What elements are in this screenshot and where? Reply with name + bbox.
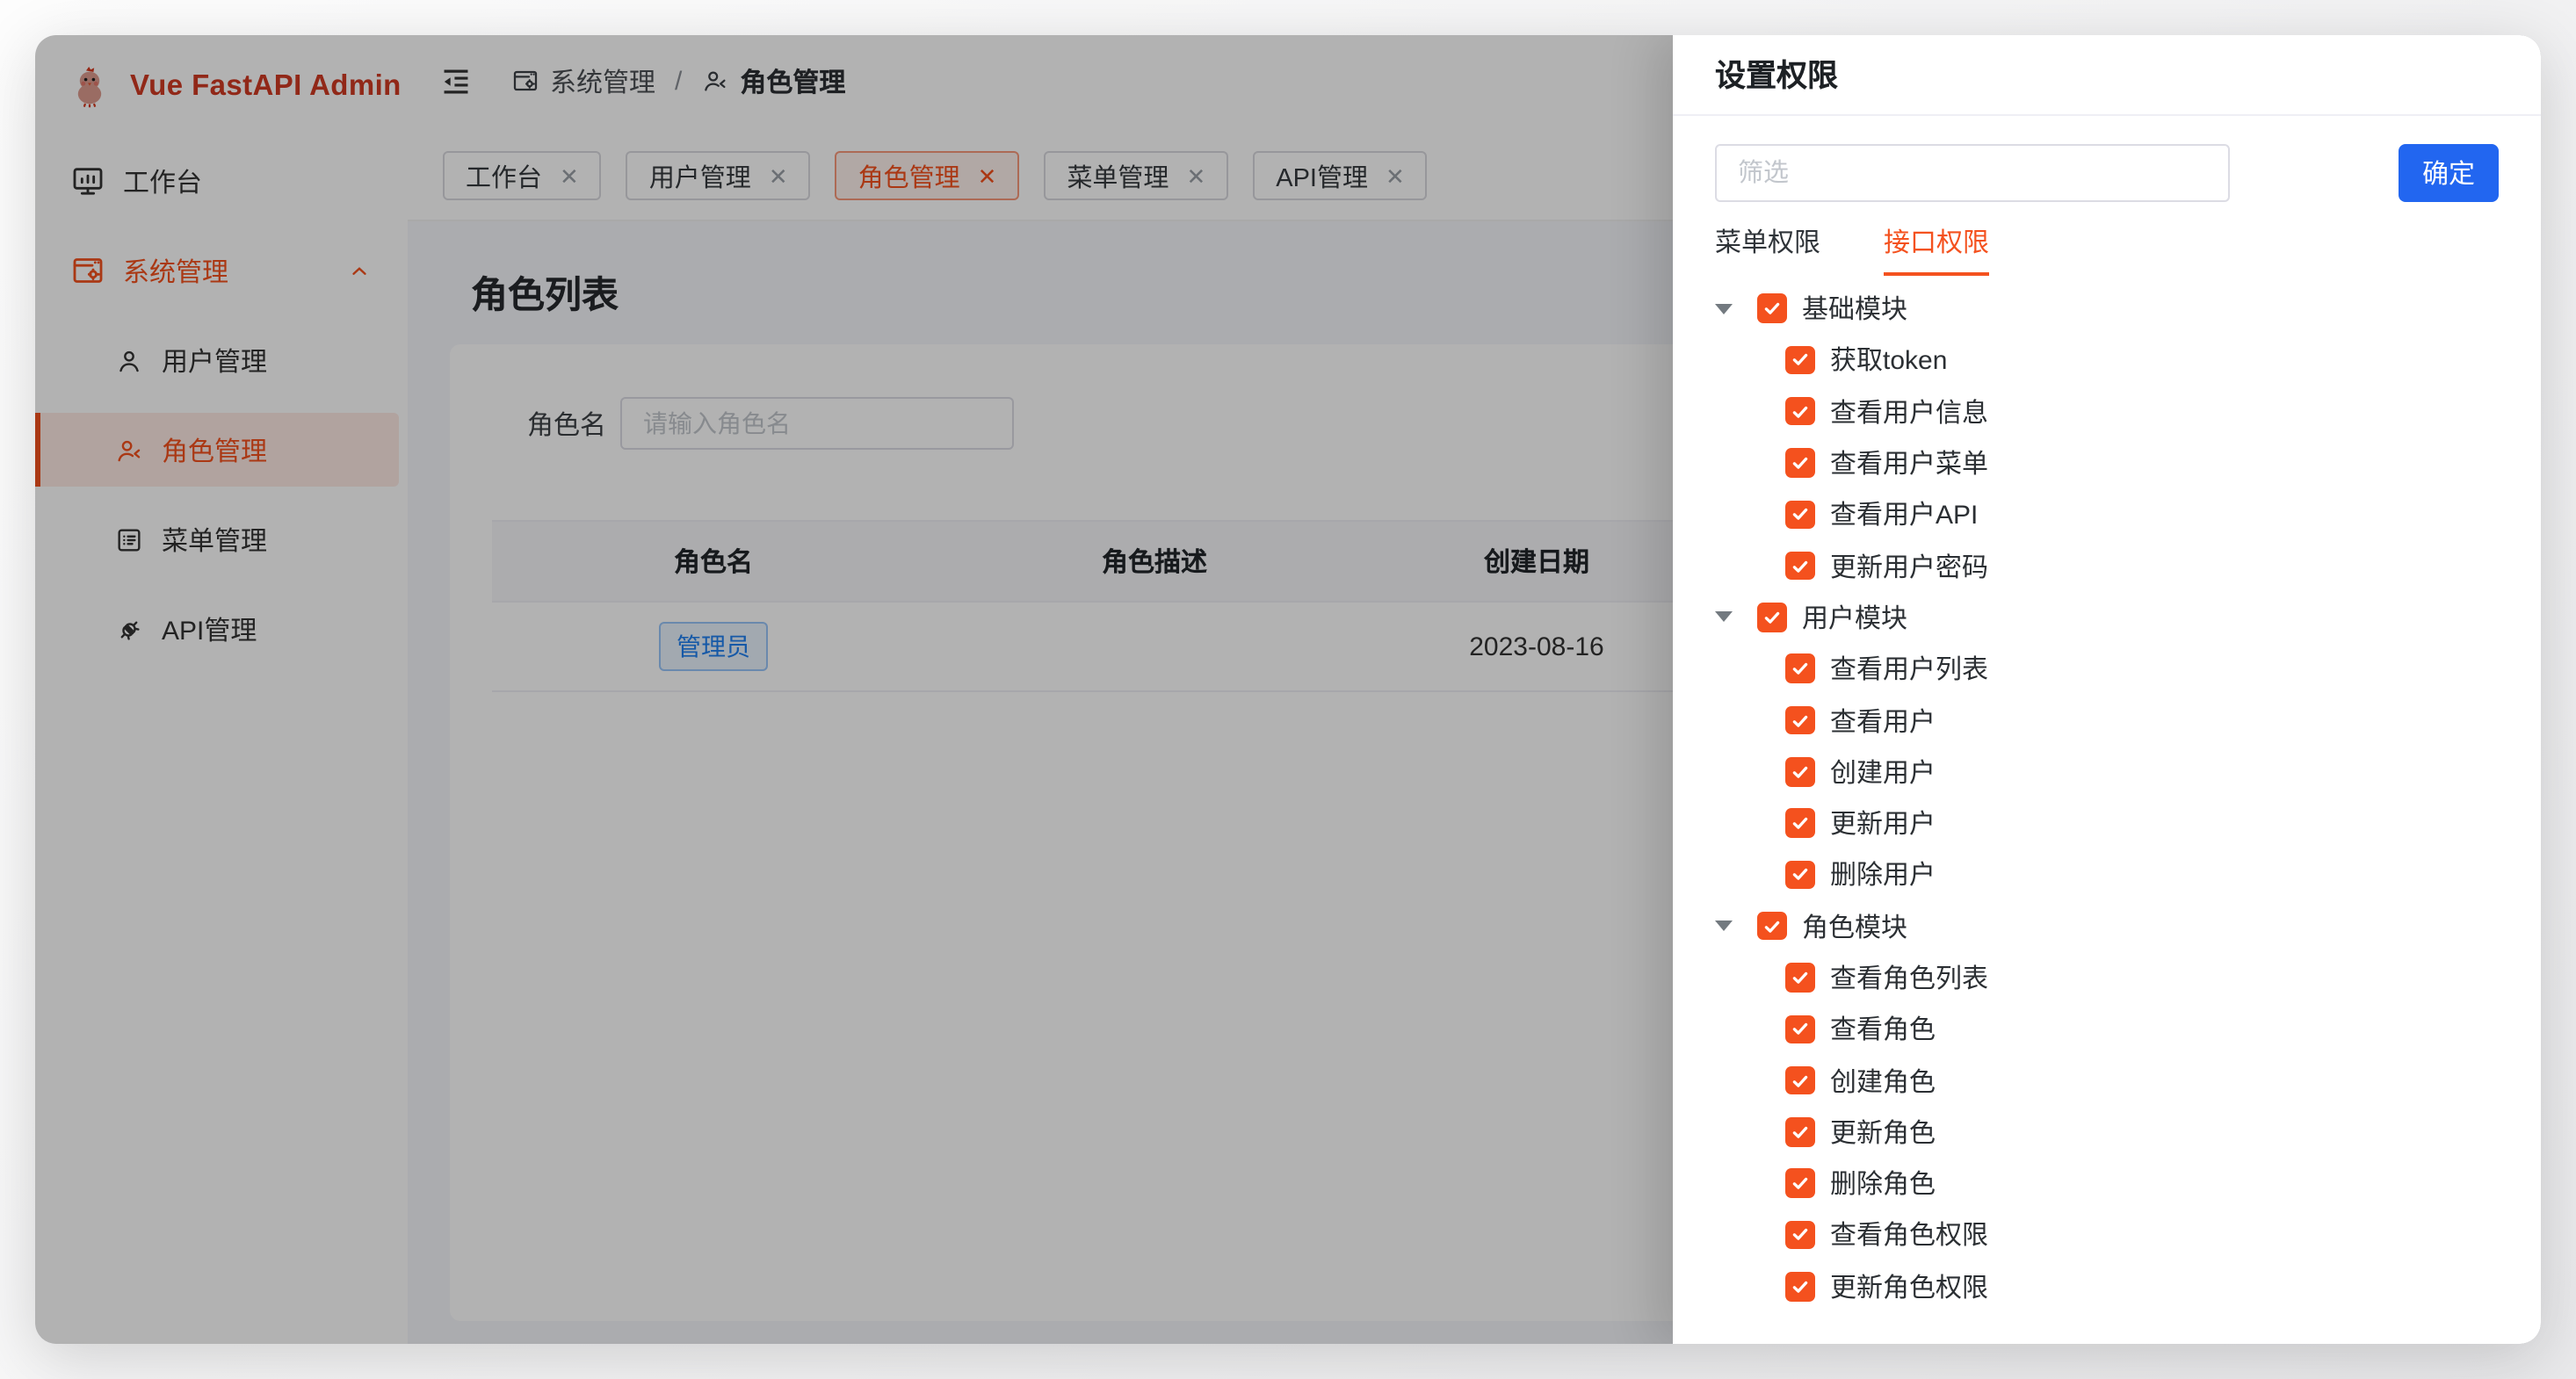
tree-leaf-label: 更新用户密码 (1830, 547, 1988, 584)
drawer-title: 设置权限 (1673, 35, 2541, 116)
set-permissions-drawer: 设置权限 确定 菜单权限 接口权限 基础模块 获取token 查看用户信息 查看用… (1673, 35, 2541, 1344)
tree-leaf-2-0[interactable]: 查看角色列表 (1715, 952, 2499, 1004)
tree-node-1[interactable]: 用户模块 (1715, 592, 2499, 644)
tree-leaf-label: 查看用户 (1830, 702, 1936, 739)
caret-down-icon[interactable] (1715, 303, 1757, 314)
tree-leaf-1-3[interactable]: 更新用户 (1715, 798, 2499, 849)
checkbox-checked[interactable] (1785, 809, 1814, 838)
tree-leaf-label: 创建角色 (1830, 1062, 1936, 1099)
permission-tab-0[interactable]: 菜单权限 (1715, 223, 1820, 276)
checkbox-checked[interactable] (1757, 603, 1786, 632)
tree-leaf-label: 更新角色权限 (1830, 1268, 1988, 1305)
filter-input[interactable] (1715, 144, 2230, 202)
tree-leaf-0-4[interactable]: 更新用户密码 (1715, 540, 2499, 592)
checkbox-checked[interactable] (1785, 757, 1814, 786)
tree-leaf-label: 创建用户 (1830, 754, 1936, 791)
checkbox-checked[interactable] (1785, 1066, 1814, 1095)
tree-leaf-2-1[interactable]: 查看角色 (1715, 1003, 2499, 1055)
tree-node-0[interactable]: 基础模块 (1715, 283, 2499, 335)
tree-leaf-2-5[interactable]: 查看角色权限 (1715, 1209, 2499, 1261)
tree-leaf-0-1[interactable]: 查看用户信息 (1715, 386, 2499, 437)
checkbox-checked[interactable] (1785, 500, 1814, 529)
tree-leaf-label: 查看用户菜单 (1830, 444, 1988, 481)
tree-node-label: 基础模块 (1802, 290, 1907, 327)
tree-leaf-1-0[interactable]: 查看用户列表 (1715, 643, 2499, 695)
tree-leaf-0-3[interactable]: 查看用户API (1715, 488, 2499, 540)
permission-tree: 基础模块 获取token 查看用户信息 查看用户菜单 查看用户API 更新用户密… (1715, 283, 2499, 1312)
permission-tab-1[interactable]: 接口权限 (1884, 223, 1989, 276)
caret-down-icon[interactable] (1715, 612, 1757, 623)
tree-leaf-2-4[interactable]: 删除角色 (1715, 1158, 2499, 1209)
checkbox-checked[interactable] (1785, 964, 1814, 993)
tree-node-label: 角色模块 (1802, 907, 1907, 944)
tree-node-label: 用户模块 (1802, 599, 1907, 636)
tree-leaf-label: 删除角色 (1830, 1165, 1936, 1202)
tree-node-2[interactable]: 角色模块 (1715, 900, 2499, 952)
confirm-button[interactable]: 确定 (2399, 144, 2499, 202)
checkbox-checked[interactable] (1785, 449, 1814, 478)
tree-leaf-label: 查看用户API (1830, 496, 1978, 533)
checkbox-checked[interactable] (1757, 912, 1786, 941)
tree-leaf-2-6[interactable]: 更新角色权限 (1715, 1260, 2499, 1312)
checkbox-checked[interactable] (1785, 345, 1814, 374)
tree-leaf-label: 查看角色权限 (1830, 1217, 1988, 1253)
checkbox-checked[interactable] (1785, 1272, 1814, 1301)
tree-leaf-label: 更新用户 (1830, 805, 1936, 841)
drawer-body: 确定 菜单权限 接口权限 基础模块 获取token 查看用户信息 查看用户菜单 查… (1673, 116, 2541, 1344)
tree-leaf-2-2[interactable]: 创建角色 (1715, 1055, 2499, 1107)
checkbox-checked[interactable] (1785, 1169, 1814, 1198)
tree-leaf-label: 获取token (1830, 342, 1947, 379)
checkbox-checked[interactable] (1785, 397, 1814, 426)
checkbox-checked[interactable] (1785, 1117, 1814, 1146)
checkbox-checked[interactable] (1785, 706, 1814, 735)
checkbox-checked[interactable] (1785, 552, 1814, 581)
checkbox-checked[interactable] (1785, 1220, 1814, 1249)
tree-leaf-0-2[interactable]: 查看用户菜单 (1715, 437, 2499, 489)
stage: Vue FastAPI Admin 工作台系统管理 用户管理角色管理菜单管理AP… (0, 0, 2576, 1379)
checkbox-checked[interactable] (1757, 294, 1786, 323)
checkbox-checked[interactable] (1785, 1014, 1814, 1043)
tree-leaf-2-3[interactable]: 更新角色 (1715, 1107, 2499, 1159)
tree-leaf-label: 查看角色 (1830, 1011, 1936, 1048)
checkbox-checked[interactable] (1785, 860, 1814, 889)
checkbox-checked[interactable] (1785, 654, 1814, 683)
tree-leaf-label: 更新角色 (1830, 1114, 1936, 1151)
filter-row: 确定 (1715, 144, 2499, 202)
tree-leaf-label: 查看用户信息 (1830, 393, 1988, 430)
tree-leaf-label: 查看用户列表 (1830, 650, 1988, 687)
permission-tabs: 菜单权限 接口权限 (1715, 223, 2499, 276)
app-frame: Vue FastAPI Admin 工作台系统管理 用户管理角色管理菜单管理AP… (35, 35, 2541, 1344)
tree-leaf-label: 删除用户 (1830, 856, 1936, 893)
tree-leaf-1-4[interactable]: 删除用户 (1715, 849, 2499, 901)
tree-leaf-0-0[interactable]: 获取token (1715, 335, 2499, 386)
tree-leaf-label: 查看角色列表 (1830, 959, 1988, 996)
tree-leaf-1-2[interactable]: 创建用户 (1715, 746, 2499, 798)
tree-leaf-1-1[interactable]: 查看用户 (1715, 695, 2499, 747)
caret-down-icon[interactable] (1715, 921, 1757, 931)
